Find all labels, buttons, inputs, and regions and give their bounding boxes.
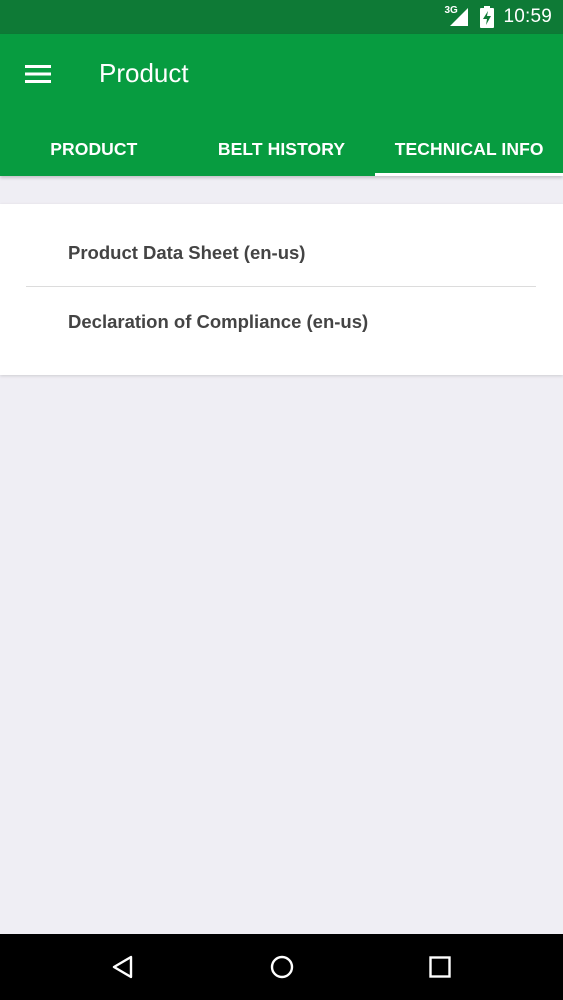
list-item-label: Product Data Sheet (en-us) [68,242,306,263]
navigation-bar [0,934,563,1000]
documents-card: Product Data Sheet (en-us) Declaration o… [0,204,563,375]
list-item-declaration-of-compliance[interactable]: Declaration of Compliance (en-us) [0,287,563,357]
tab-technical-info[interactable]: TECHNICAL INFO [375,122,563,176]
home-icon[interactable] [266,951,298,983]
list-item-product-data-sheet[interactable]: Product Data Sheet (en-us) [0,218,563,288]
back-icon[interactable] [107,951,139,983]
status-bar: 3G 10:59 [0,0,563,34]
page-title: Product [99,58,189,88]
tab-technical-info-label: TECHNICAL INFO [394,138,544,159]
app-bar: Product PRODUCT BELT HISTORY TECHNICAL I… [0,34,563,176]
battery-charging-icon [480,6,495,28]
tab-product[interactable]: PRODUCT [0,122,188,176]
tab-product-label: PRODUCT [50,138,138,159]
signal-icon: 3G [444,5,470,28]
list-item-label: Declaration of Compliance (en-us) [68,311,369,332]
tab-belt-history[interactable]: BELT HISTORY [188,122,376,176]
tab-belt-history-label: BELT HISTORY [217,138,346,159]
menu-icon[interactable] [22,62,54,86]
tab-bar: PRODUCT BELT HISTORY TECHNICAL INFO [0,122,563,176]
clock: 10:59 [503,6,552,27]
recents-icon[interactable] [424,951,456,983]
selected-tab-indicator [375,173,563,176]
